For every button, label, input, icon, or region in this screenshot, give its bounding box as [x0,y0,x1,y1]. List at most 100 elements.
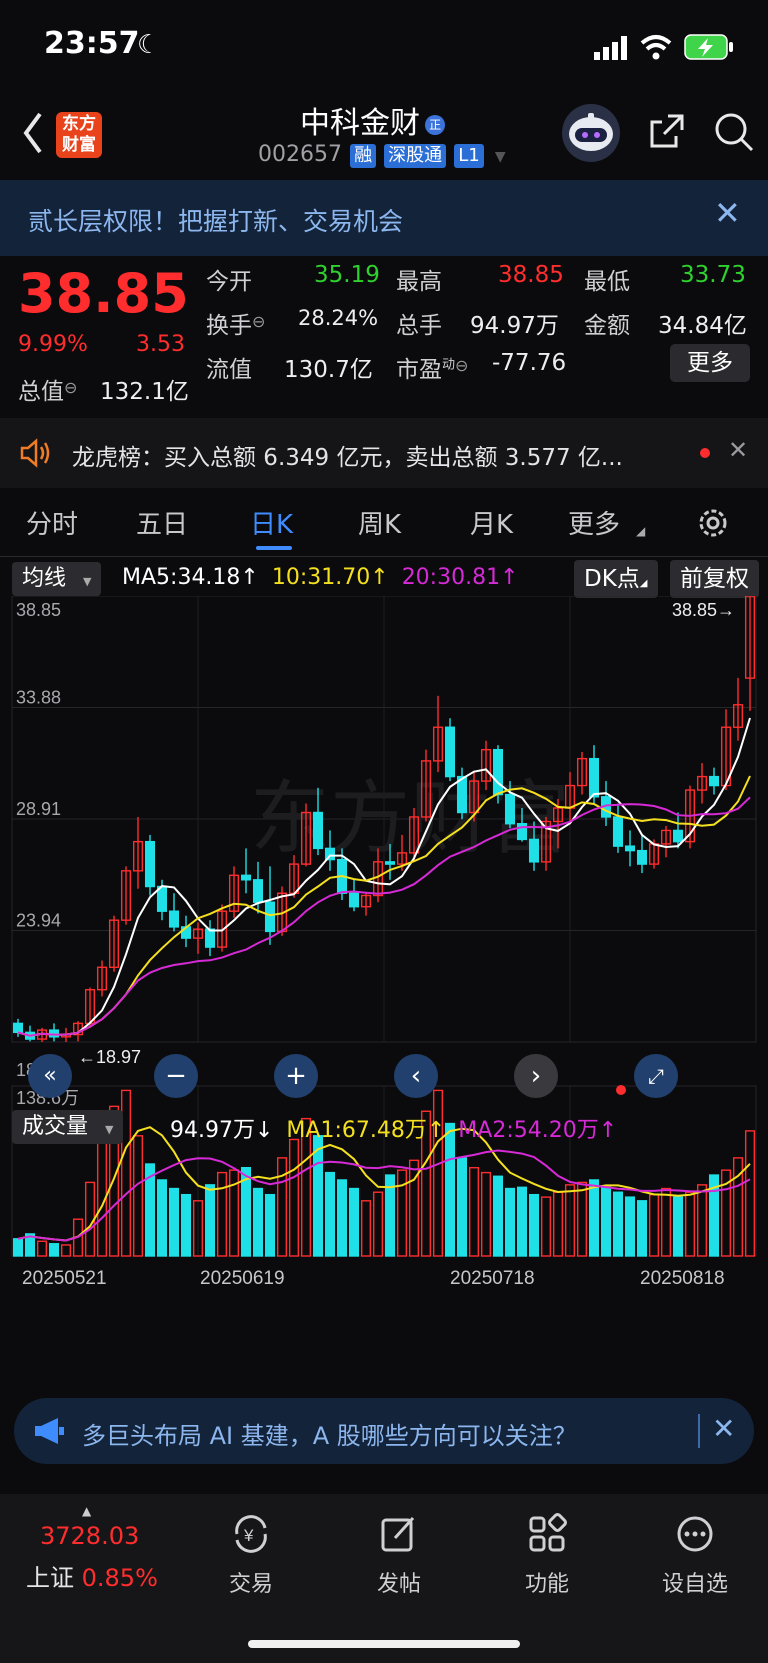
share-icon[interactable] [646,110,688,152]
volume-bar-down [456,1157,468,1257]
ma5-value: MA5:34.18 [122,565,241,590]
dk-point-label: DK点 [584,566,640,592]
date-axis-label: 20250818 [640,1268,725,1289]
volume-indicator-selector[interactable]: 成交量 ▼ [12,1110,124,1144]
close-icon[interactable]: ✕ [712,1412,735,1445]
robot-avatar-button[interactable] [562,104,620,162]
stock-title-block[interactable]: 中科金财 正 [300,98,500,142]
stock-code: 002657 [258,142,342,167]
search-icon[interactable] [712,110,756,154]
info-icon[interactable]: ⊖ [64,378,77,397]
nav-trade[interactable]: ¥ 交易 [196,1512,306,1598]
edit-icon [381,1516,415,1552]
pe-value: -77.76 [492,350,567,376]
adjust-button[interactable]: 前复权 [670,560,759,598]
indicator-selector[interactable]: 均线 ▼ [12,562,102,596]
badge-connect: 深股通 [384,144,447,168]
tab-intraday[interactable]: 分时 [26,504,78,541]
low-label: 最低 [584,269,630,295]
alert-dot [616,1085,626,1095]
candle-down [252,879,264,903]
candle-down [504,793,516,825]
lhb-text: 龙虎榜：买入总额 6.349 亿元，卖出总额 3.577 亿... [72,438,623,472]
volume-bar-up [84,1181,96,1257]
volume-bar-down [48,1243,60,1257]
dk-point-button[interactable]: DK点◢ [574,560,658,598]
trade-icon: ¥ [235,1515,267,1553]
volume-bar-up [696,1184,708,1257]
volume-bar-down [636,1200,648,1257]
index-row[interactable]: 上证 0.85% [26,1558,158,1593]
mktcap-value: 132.1亿 [100,379,189,405]
triangle-icon: ◢ [639,578,648,589]
volume-bar-up [684,1191,696,1257]
candlestick-chart[interactable]: 东方财富 38.8533.8828.9123.9418.9738.85→←18.… [0,596,768,1376]
volume-bar-up [132,1135,144,1257]
volume-bar-down [600,1186,612,1257]
back-button[interactable] [18,108,48,158]
chart-prev-button[interactable]: ‹ [394,1054,438,1098]
info-icon[interactable]: ⊖ [252,312,265,331]
volume-bar-up [360,1200,372,1257]
index-value[interactable]: 3728.03 [40,1522,139,1550]
nav-post[interactable]: 发帖 [344,1512,454,1598]
zoom-out-button[interactable]: − [154,1054,198,1098]
candle-down [264,901,276,933]
arrow-up-icon: ↑ [370,565,389,590]
stock-name: 中科金财 [300,106,420,141]
volume-bar-up [372,1191,384,1257]
volume-bar-up [288,1138,300,1257]
stock-code-row: 002657 融 深股通 L1 ▼ [258,142,506,168]
tab-more[interactable]: 更多 [568,504,620,541]
max-price-annotation: 38.85→ [672,600,735,620]
volume-selector-label: 成交量 [22,1114,89,1139]
candle-down [708,775,720,787]
news-bar[interactable]: 多巨头布局 AI 基建，A 股哪些方向可以关注？ ✕ [14,1398,754,1464]
clock: 23:57 [44,26,140,61]
robot-icon [569,113,613,151]
zoom-in-button[interactable]: + [274,1054,318,1098]
volume-bar-down [588,1179,600,1257]
volume-bar-down [672,1196,684,1257]
more-button[interactable]: 更多 [670,344,750,382]
close-icon[interactable]: ✕ [714,194,741,232]
gear-icon[interactable] [696,506,730,540]
open-value: 35.19 [314,262,380,288]
chart-scroll-left-button[interactable]: « [28,1054,72,1098]
info-icon[interactable]: ⊖ [455,356,468,375]
logo-line-1: 东方 [62,114,96,134]
fullscreen-button[interactable]: ⤢ [634,1054,678,1098]
close-icon[interactable]: ✕ [728,436,748,464]
volume-bar-down [168,1187,180,1257]
quote-panel: 38.85 9.99% 3.53 总值⊖ 132.1亿 今开 35.19 最高 … [0,256,768,416]
candle-down [168,910,180,928]
logo-line-2: 财富 [62,135,96,155]
signal-icon [594,36,627,60]
volume-bar-down [180,1193,192,1257]
nav-functions[interactable]: 功能 [492,1512,602,1598]
badge-margin: 融 [350,144,377,168]
volume-bar-down [204,1184,216,1257]
chevron-down-icon[interactable]: ▼ [495,149,506,165]
pe-label: 市盈动⊖ [396,356,469,383]
arrow-down-icon: ↓ [254,1118,274,1143]
volume-bar-down [336,1179,348,1257]
volume-value: 94.97万 [470,313,559,339]
chart-next-button[interactable]: › [514,1054,558,1098]
app-logo: 东方 财富 [56,112,102,158]
promo-banner[interactable]: 贰长层权限！把握打新、交易机会 ✕ [0,180,768,256]
lhb-label: 龙虎榜： [72,445,164,471]
nav-add-watchlist[interactable]: 设自选 [640,1512,750,1598]
tab-weekly-k[interactable]: 周K [358,504,401,541]
tab-daily-k[interactable]: 日K [250,504,293,541]
caret-down-icon: ▼ [83,575,92,588]
last-price: 38.85 [18,262,189,325]
ma10-value: 10:31.70 [271,565,371,590]
status-bar: 23:57 ☾ [0,0,768,96]
dragon-tiger-bar[interactable]: 龙虎榜：买入总额 6.349 亿元，卖出总额 3.577 亿... ✕ [0,418,768,488]
volume-bar-up [480,1171,492,1257]
zheng-icon: 正 [425,115,446,135]
tab-five-day[interactable]: 五日 [136,504,188,541]
candle-down [348,892,360,908]
tab-monthly-k[interactable]: 月K [470,504,513,541]
